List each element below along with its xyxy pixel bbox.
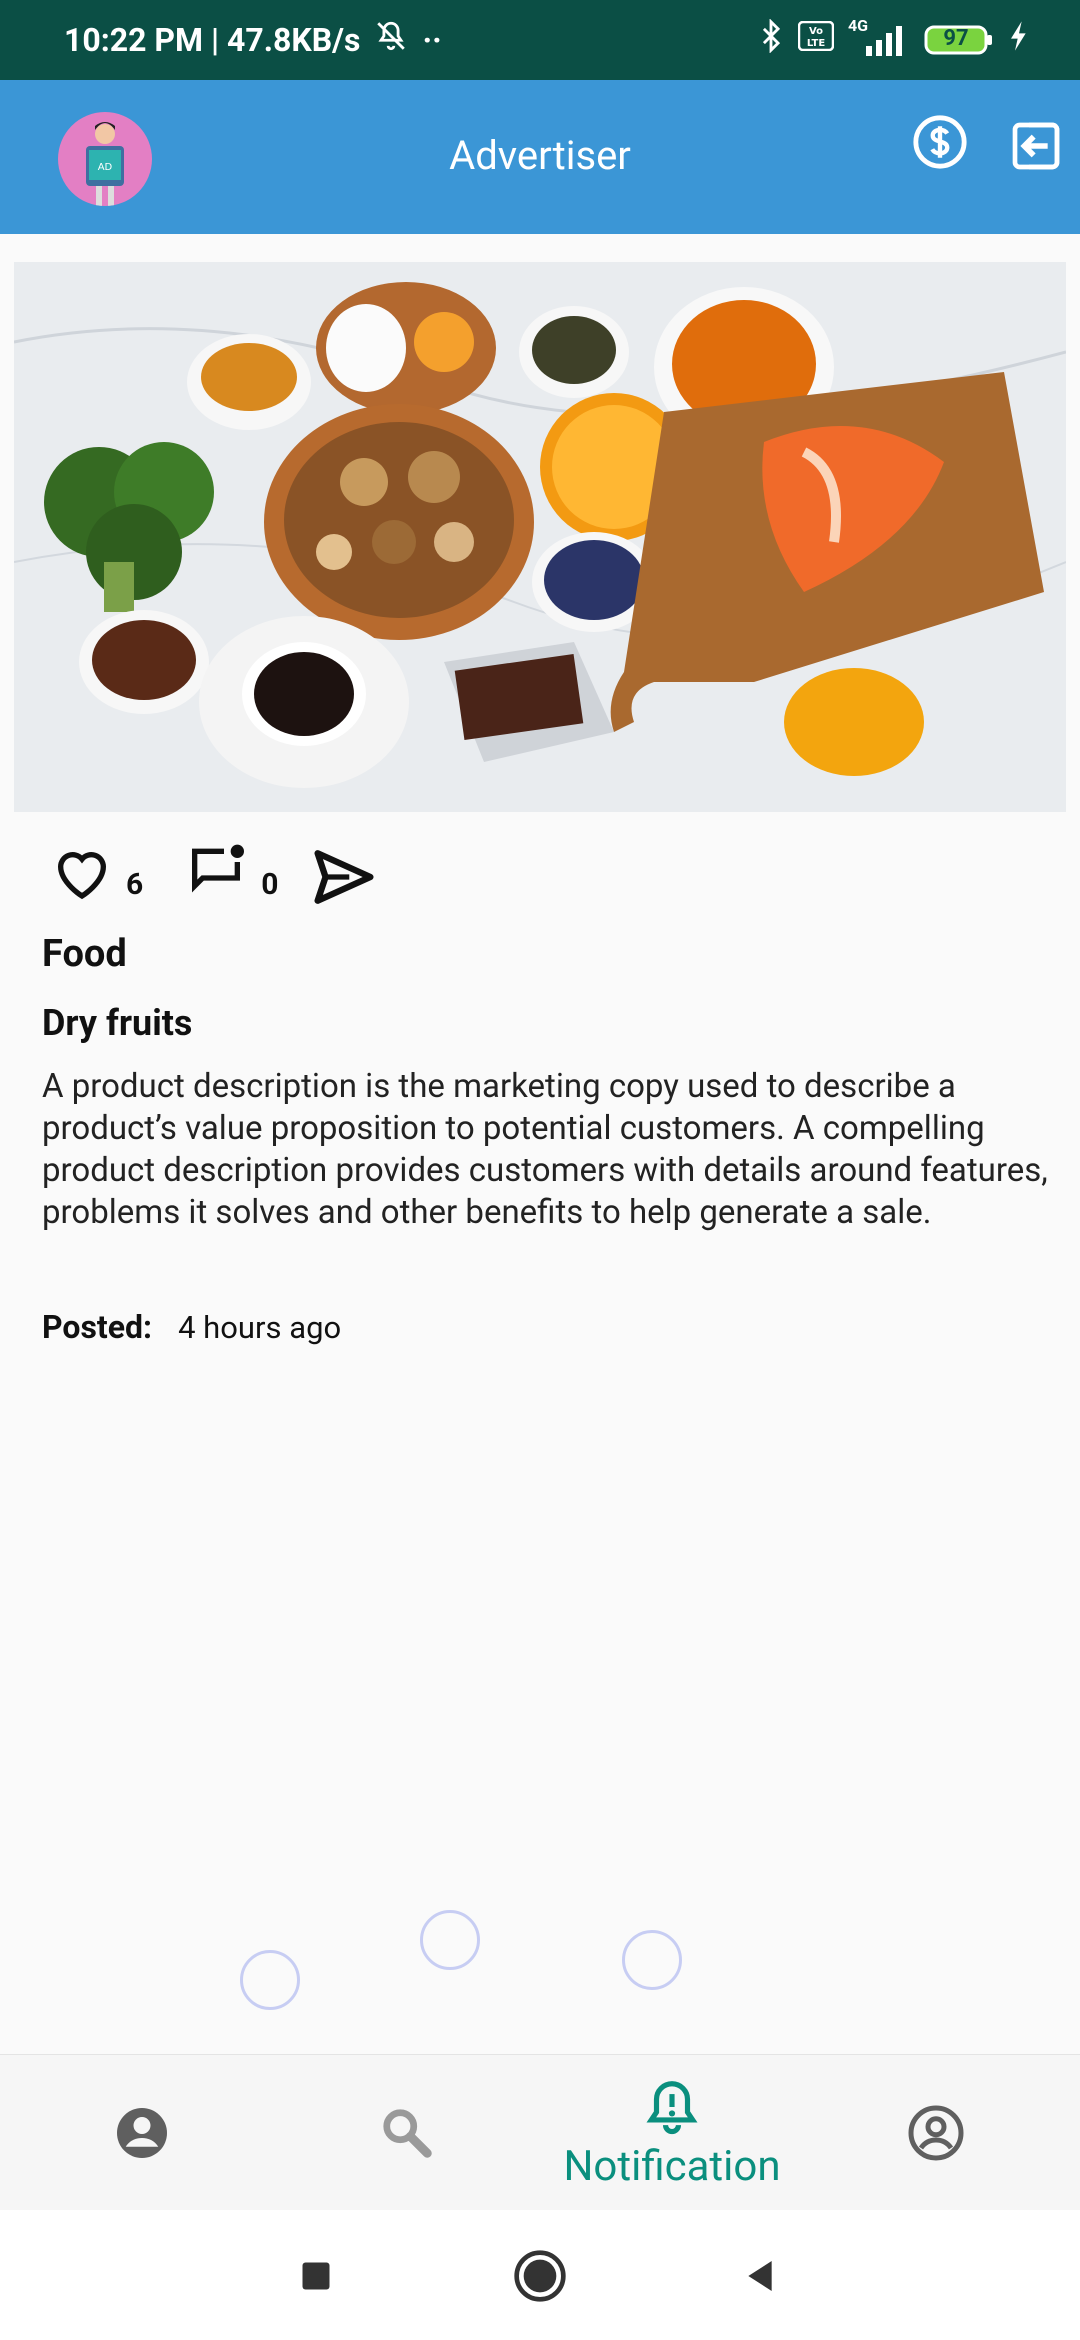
search-icon	[383, 2109, 432, 2158]
app-bar: AD Advertiser	[0, 80, 1080, 234]
posted-info: Posted: 4 hours ago	[42, 1308, 341, 1346]
svg-text:LTE: LTE	[807, 38, 826, 49]
comment-action: 0	[183, 838, 278, 906]
comment-count: 0	[261, 867, 279, 902]
signal-icon: 4G	[848, 16, 910, 58]
status-time-speed: 10:22 PM | 47.8KB/s	[64, 21, 361, 59]
post-description: A product description is the marketing c…	[42, 1067, 1048, 1232]
loading-dot	[420, 1910, 480, 1970]
bluetooth-icon	[758, 18, 784, 61]
account-circle-icon	[117, 2108, 167, 2158]
volte-icon: Vo LTE	[797, 20, 835, 59]
loading-dot	[622, 1930, 682, 1990]
bell-off-icon	[374, 19, 408, 61]
battery-level: 97	[943, 26, 969, 51]
like-action: 6	[50, 842, 143, 906]
like-button[interactable]	[50, 842, 114, 906]
food-image-illustration	[14, 262, 1066, 812]
nav-search[interactable]	[372, 2055, 442, 2211]
post-category: Food	[42, 932, 127, 976]
recents-button[interactable]	[286, 2246, 346, 2306]
post-image[interactable]	[14, 262, 1066, 812]
nav-notification[interactable]: Notification	[540, 2055, 804, 2211]
like-count: 6	[126, 867, 144, 902]
comment-icon	[192, 844, 245, 893]
heart-icon	[57, 852, 107, 900]
back-button[interactable]	[730, 2246, 790, 2306]
battery-icon: 97	[924, 24, 994, 56]
home-circle-icon	[514, 2250, 566, 2302]
posted-time: 4 hours ago	[178, 1309, 342, 1346]
home-button[interactable]	[510, 2246, 570, 2306]
posted-label: Posted:	[42, 1308, 153, 1346]
system-navigation-bar	[0, 2210, 1080, 2340]
svg-text:Vo: Vo	[809, 26, 823, 37]
send-icon	[314, 850, 374, 904]
account-outline-icon	[908, 2105, 964, 2161]
square-icon	[302, 2262, 330, 2290]
logout-icon	[1012, 122, 1060, 170]
status-dots: ··	[422, 21, 442, 59]
payment-button[interactable]	[908, 110, 972, 174]
status-bar: 10:22 PM | 47.8KB/s ·· Vo LTE 4G 97	[0, 0, 1080, 80]
logout-button[interactable]	[1004, 114, 1068, 178]
bottom-navigation: Notification	[0, 2054, 1080, 2211]
bell-alert-icon	[646, 2080, 698, 2134]
nav-profile[interactable]	[100, 2055, 184, 2211]
post-subcategory: Dry fruits	[42, 1002, 193, 1044]
nav-notification-label: Notification	[563, 2141, 781, 2191]
dollar-circle-icon	[913, 115, 967, 169]
charging-icon	[1008, 20, 1030, 60]
nav-account[interactable]	[894, 2055, 978, 2211]
comment-button[interactable]	[183, 838, 249, 906]
back-triangle-icon	[748, 2261, 772, 2291]
loading-dot	[240, 1950, 300, 2010]
post-actions: 6 0	[50, 826, 376, 906]
share-button[interactable]	[312, 848, 376, 906]
